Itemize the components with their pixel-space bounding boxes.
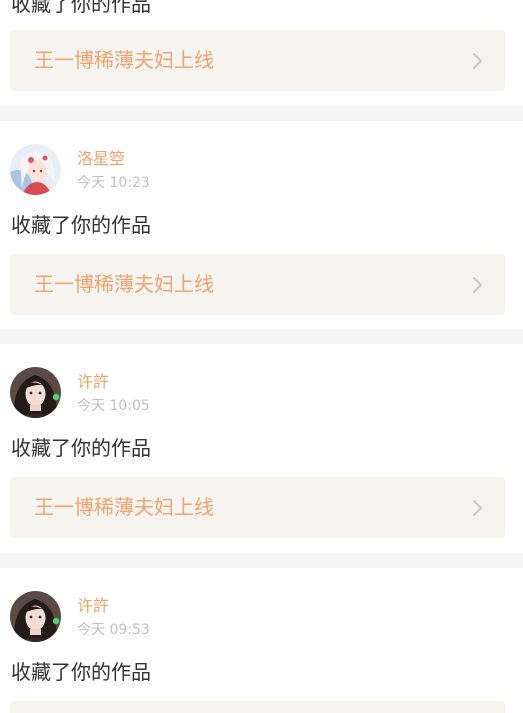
avatar[interactable] bbox=[10, 144, 61, 195]
work-card[interactable]: 王一博稀薄夫妇上线 bbox=[10, 30, 505, 91]
action-text: 收藏了你的作品 bbox=[11, 436, 151, 460]
user-name[interactable]: 洛星箜 bbox=[77, 149, 125, 169]
chevron-right-icon bbox=[473, 500, 482, 516]
work-card[interactable] bbox=[10, 701, 505, 713]
user-name[interactable]: 许許 bbox=[77, 372, 109, 392]
chevron-right-icon bbox=[473, 53, 482, 69]
timestamp: 今天 09:53 bbox=[77, 622, 150, 638]
user-name[interactable]: 许許 bbox=[77, 596, 109, 616]
work-title[interactable]: 王一博稀薄夫妇上线 bbox=[34, 271, 214, 297]
action-text: 收藏了你的作品 bbox=[11, 0, 151, 16]
work-card[interactable]: 王一博稀薄夫妇上线 bbox=[10, 477, 505, 538]
work-title[interactable]: 王一博稀薄夫妇上线 bbox=[34, 494, 214, 520]
separator bbox=[0, 106, 523, 121]
girl-photo-avatar-icon bbox=[10, 591, 61, 642]
avatar[interactable] bbox=[10, 591, 61, 642]
notification-feed: 收藏了你的作品 王一博稀薄夫妇上线 洛星箜 今天 10:23 收藏了你的作品 王… bbox=[0, 0, 523, 713]
anime-girl-avatar-icon bbox=[10, 144, 61, 195]
timestamp: 今天 10:23 bbox=[77, 175, 150, 191]
chevron-right-icon bbox=[473, 277, 482, 293]
action-text: 收藏了你的作品 bbox=[11, 660, 151, 684]
separator bbox=[0, 329, 523, 344]
work-title[interactable]: 王一博稀薄夫妇上线 bbox=[34, 47, 214, 73]
action-text: 收藏了你的作品 bbox=[11, 213, 151, 237]
avatar[interactable] bbox=[10, 367, 61, 418]
girl-photo-avatar-icon bbox=[10, 367, 61, 418]
work-card[interactable]: 王一博稀薄夫妇上线 bbox=[10, 254, 505, 315]
separator bbox=[0, 553, 523, 568]
timestamp: 今天 10:05 bbox=[77, 398, 150, 414]
